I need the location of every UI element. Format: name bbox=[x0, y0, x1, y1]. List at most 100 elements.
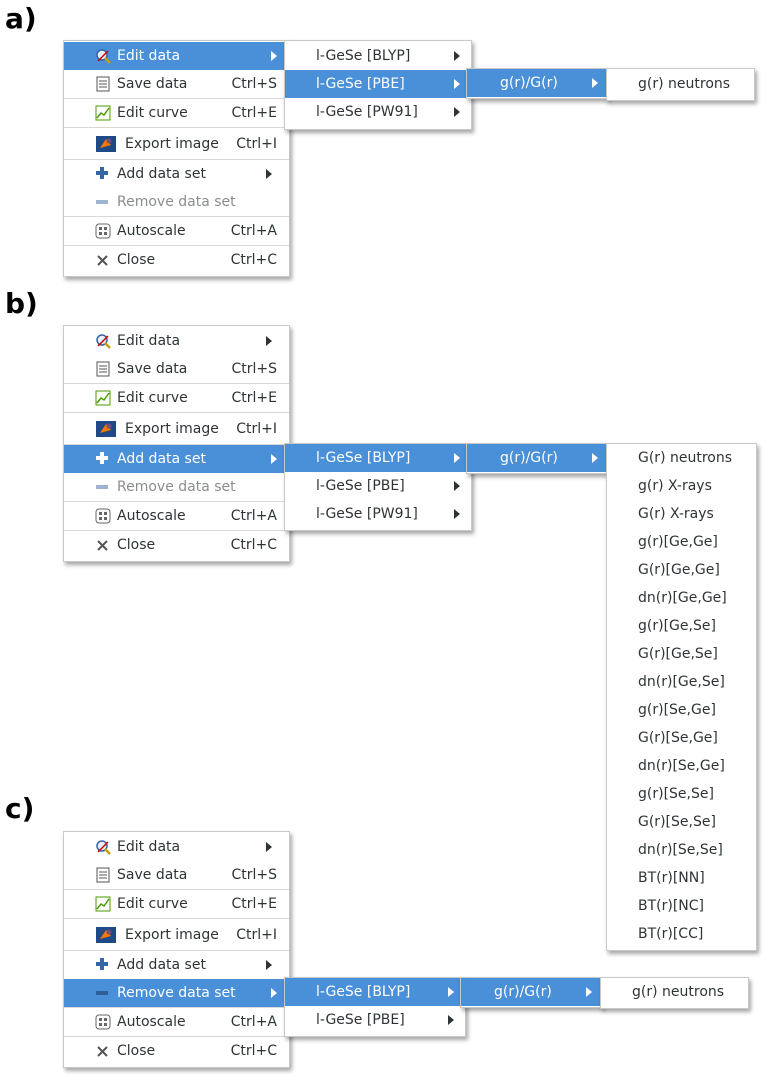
curve-item[interactable]: g(r) neutrons bbox=[607, 70, 754, 98]
submenu-arrow-icon bbox=[454, 79, 460, 89]
curve-item[interactable]: g(r)[Se,Se] bbox=[607, 780, 756, 808]
curve-item[interactable]: BT(r)[CC] bbox=[607, 920, 756, 948]
menu-item-remove-data-set[interactable]: Remove data set bbox=[64, 979, 289, 1007]
curve-item[interactable]: G(r)[Se,Se] bbox=[607, 808, 756, 836]
curve-item[interactable]: G(r)[Ge,Ge] bbox=[607, 556, 756, 584]
menu-label: Edit data bbox=[117, 48, 181, 64]
shortcut-label: Ctrl+S bbox=[231, 867, 277, 883]
menu-label: Edit curve bbox=[117, 105, 188, 121]
submenu-item-blyp[interactable]: l-GeSe [BLYP] bbox=[285, 42, 471, 70]
menu-item-remove-data-set[interactable]: Remove data set bbox=[64, 188, 289, 216]
curve-label: G(r)[Se,Se] bbox=[638, 814, 716, 830]
curve-item[interactable]: dn(r)[Se,Ge] bbox=[607, 752, 756, 780]
curve-item[interactable]: dn(r)[Ge,Se] bbox=[607, 668, 756, 696]
curve-item[interactable]: g(r)[Se,Ge] bbox=[607, 696, 756, 724]
submenu-item-gr[interactable]: g(r)/G(r) bbox=[461, 978, 602, 1006]
menu-item-edit-data[interactable]: Edit data bbox=[64, 327, 289, 355]
context-menu-b: Edit data Save data Ctrl+S Edit curve Ct… bbox=[63, 325, 290, 562]
curve-label: G(r) neutrons bbox=[638, 450, 733, 466]
menu-item-add-data-set[interactable]: Add data set bbox=[64, 445, 289, 473]
edit-curve-icon bbox=[95, 390, 111, 406]
menu-item-export-image[interactable]: Export image Ctrl+I bbox=[64, 920, 289, 950]
menu-item-close[interactable]: Close Ctrl+C bbox=[64, 531, 289, 559]
menu-item-autoscale[interactable]: Autoscale Ctrl+A bbox=[64, 217, 289, 245]
submenu-arrow-icon bbox=[266, 169, 272, 179]
submenu-label: l-GeSe [BLYP] bbox=[316, 984, 411, 1000]
submenu-arrow-icon bbox=[592, 78, 598, 88]
submenu-label: l-GeSe [PBE] bbox=[316, 1012, 405, 1028]
menu-item-export-image[interactable]: Export image Ctrl+I bbox=[64, 129, 289, 159]
menu-item-add-data-set[interactable]: Add data set bbox=[64, 160, 289, 188]
curve-label: G(r) X-rays bbox=[638, 506, 714, 522]
submenu-arrow-icon bbox=[271, 51, 277, 61]
menu-item-autoscale[interactable]: Autoscale Ctrl+A bbox=[64, 502, 289, 530]
menu-label: Close bbox=[117, 537, 156, 553]
menu-item-save-data[interactable]: Save data Ctrl+S bbox=[64, 355, 289, 383]
submenu-arrow-icon bbox=[271, 454, 277, 464]
curve-item[interactable]: dn(r)[Se,Se] bbox=[607, 836, 756, 864]
submenu-item-pw91[interactable]: l-GeSe [PW91] bbox=[285, 500, 471, 528]
shortcut-label: Ctrl+C bbox=[230, 1043, 277, 1059]
menu-label: Autoscale bbox=[117, 1014, 186, 1030]
submenu-item-pbe[interactable]: l-GeSe [PBE] bbox=[285, 1006, 465, 1034]
menu-item-close[interactable]: Close Ctrl+C bbox=[64, 246, 289, 274]
edit-curve-icon bbox=[95, 896, 111, 912]
menu-item-autoscale[interactable]: Autoscale Ctrl+A bbox=[64, 1008, 289, 1036]
curve-item[interactable]: G(r) neutrons bbox=[607, 444, 756, 472]
shortcut-label: Ctrl+E bbox=[231, 105, 278, 121]
menu-item-edit-curve[interactable]: Edit curve Ctrl+E bbox=[64, 384, 289, 412]
curve-label: G(r)[Ge,Ge] bbox=[638, 562, 720, 578]
curve-item[interactable]: dn(r)[Ge,Ge] bbox=[607, 584, 756, 612]
gr-submenu-c: g(r)/G(r) bbox=[460, 977, 603, 1008]
curve-item[interactable]: BT(r)[NC] bbox=[607, 892, 756, 920]
menu-label: Add data set bbox=[117, 451, 206, 467]
curve-item[interactable]: g(r)[Ge,Se] bbox=[607, 612, 756, 640]
remove-icon bbox=[95, 199, 109, 205]
curve-item[interactable]: g(r) X-rays bbox=[607, 472, 756, 500]
submenu-item-pbe[interactable]: l-GeSe [PBE] bbox=[285, 70, 471, 98]
submenu-item-pbe[interactable]: l-GeSe [PBE] bbox=[285, 472, 471, 500]
menu-item-close[interactable]: Close Ctrl+C bbox=[64, 1037, 289, 1065]
menu-item-edit-data[interactable]: Edit data bbox=[64, 42, 289, 70]
submenu-label: l-GeSe [PW91] bbox=[316, 104, 418, 120]
menu-label: Save data bbox=[117, 867, 188, 883]
menu-label: Save data bbox=[117, 76, 188, 92]
curve-item[interactable]: G(r) X-rays bbox=[607, 500, 756, 528]
menu-item-remove-data-set[interactable]: Remove data set bbox=[64, 473, 289, 501]
menu-item-edit-curve[interactable]: Edit curve Ctrl+E bbox=[64, 99, 289, 127]
curve-item[interactable]: BT(r)[NN] bbox=[607, 864, 756, 892]
submenu-arrow-icon bbox=[592, 453, 598, 463]
menu-item-export-image[interactable]: Export image Ctrl+I bbox=[64, 414, 289, 444]
menu-label: Remove data set bbox=[117, 985, 236, 1001]
submenu-item-gr[interactable]: g(r)/G(r) bbox=[467, 444, 608, 472]
menu-item-edit-data[interactable]: Edit data bbox=[64, 833, 289, 861]
submenu-item-blyp[interactable]: l-GeSe [BLYP] bbox=[285, 444, 471, 472]
submenu-arrow-icon bbox=[454, 107, 460, 117]
curve-item[interactable]: g(r) neutrons bbox=[601, 978, 748, 1006]
menu-item-add-data-set[interactable]: Add data set bbox=[64, 951, 289, 979]
curve-label: g(r)[Ge,Ge] bbox=[638, 534, 718, 550]
submenu-item-gr[interactable]: g(r)/G(r) bbox=[467, 69, 608, 97]
menu-label: Edit curve bbox=[117, 390, 188, 406]
menu-item-save-data[interactable]: Save data Ctrl+S bbox=[64, 70, 289, 98]
shortcut-label: Ctrl+A bbox=[230, 508, 277, 524]
submenu-arrow-icon bbox=[454, 481, 460, 491]
curve-item[interactable]: G(r)[Ge,Se] bbox=[607, 640, 756, 668]
curve-label: g(r) neutrons bbox=[632, 984, 725, 1000]
menu-separator bbox=[64, 412, 289, 413]
submenu-item-blyp[interactable]: l-GeSe [BLYP] bbox=[285, 978, 465, 1006]
curve-item[interactable]: G(r)[Se,Ge] bbox=[607, 724, 756, 752]
submenu-item-pw91[interactable]: l-GeSe [PW91] bbox=[285, 98, 471, 126]
curve-item[interactable]: g(r)[Ge,Ge] bbox=[607, 528, 756, 556]
add-icon bbox=[95, 957, 109, 971]
curve-label: g(r)[Ge,Se] bbox=[638, 618, 716, 634]
menu-label: Autoscale bbox=[117, 223, 186, 239]
submenu-arrow-icon bbox=[448, 987, 454, 997]
menu-item-save-data[interactable]: Save data Ctrl+S bbox=[64, 861, 289, 889]
submenu-label: g(r)/G(r) bbox=[500, 450, 558, 466]
curve-label: BT(r)[NC] bbox=[638, 898, 705, 914]
submenu-label: l-GeSe [PBE] bbox=[316, 76, 405, 92]
submenu-arrow-icon bbox=[454, 453, 460, 463]
export-image-icon bbox=[95, 135, 117, 153]
menu-item-edit-curve[interactable]: Edit curve Ctrl+E bbox=[64, 890, 289, 918]
